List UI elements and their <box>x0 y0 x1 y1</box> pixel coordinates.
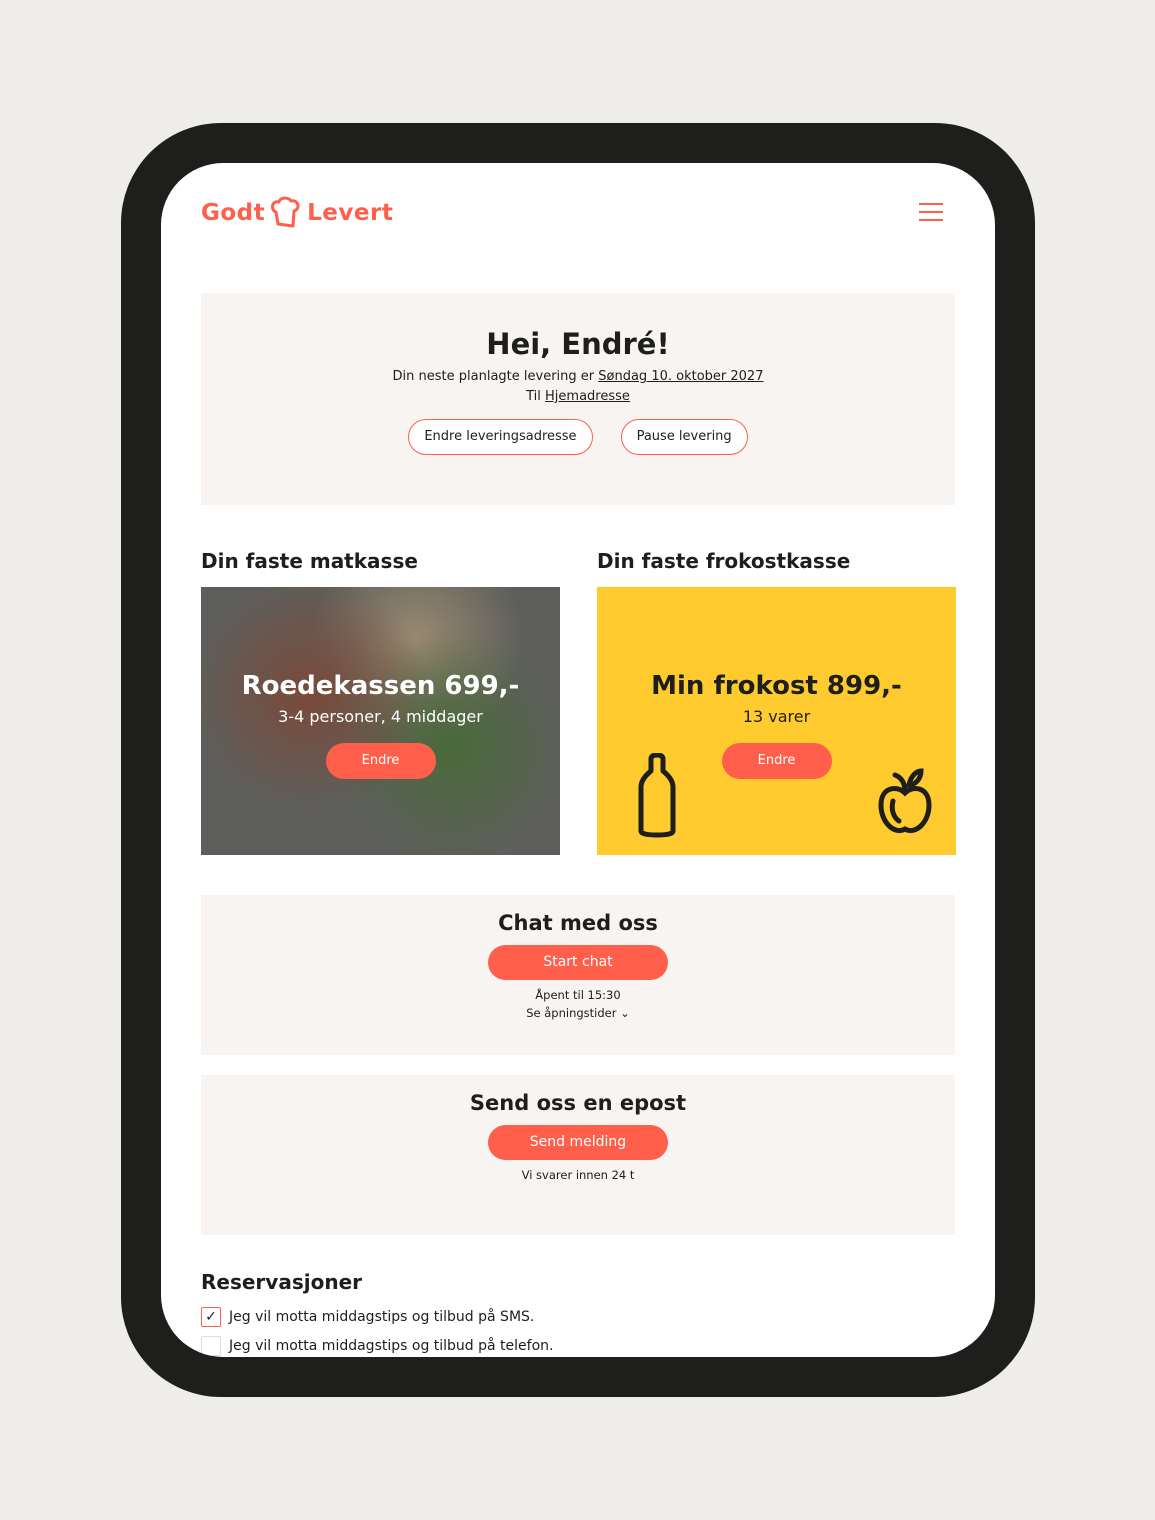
email-panel: Send oss en epost Send melding Vi svarer… <box>201 1075 955 1235</box>
logo[interactable]: Godt Levert <box>201 196 393 230</box>
delivery-info: Din neste planlagte levering er Søndag 1… <box>201 369 955 384</box>
checkbox-unchecked[interactable] <box>201 1336 221 1356</box>
logo-text: Levert <box>307 200 394 226</box>
address-link[interactable]: Hjemadresse <box>545 389 630 404</box>
sms-checkbox-row[interactable]: ✓ Jeg vil motta middagstips og tilbud på … <box>201 1307 534 1327</box>
open-hours: Åpent til 15:30 <box>535 988 621 1002</box>
chevron-down-icon: ⌄ <box>620 1006 630 1020</box>
delivery-date-link[interactable]: Søndag 10. oktober 2027 <box>598 369 763 384</box>
dinner-box-heading: Din faste matkasse <box>201 549 418 573</box>
response-time: Vi svarer innen 24 t <box>521 1168 635 1182</box>
greeting-title: Hei, Endré! <box>486 327 670 361</box>
breakfast-box-subtitle: 13 varer <box>742 707 811 726</box>
checkbox-label: Jeg vil motta middagstips og tilbud på t… <box>229 1338 554 1354</box>
checkbox-checked[interactable]: ✓ <box>201 1307 221 1327</box>
opening-hours-toggle[interactable]: Se åpningstider ⌄ <box>201 1006 955 1020</box>
change-address-button[interactable]: Endre leveringsadresse <box>408 419 593 455</box>
breakfast-box-heading: Din faste frokostkasse <box>597 549 851 573</box>
tablet-frame: Godt Levert Hei, Endré! Din neste planla… <box>121 123 1035 1397</box>
logo-text: Godt <box>201 200 266 226</box>
reservations-title: Reservasjoner <box>201 1270 362 1294</box>
hamburger-icon[interactable] <box>919 203 943 223</box>
to-prefix: Til <box>526 389 541 404</box>
send-message-button[interactable]: Send melding <box>488 1125 668 1160</box>
chat-title: Chat med oss <box>498 911 658 935</box>
chat-panel: Chat med oss Start chat Åpent til 15:30 … <box>201 895 955 1055</box>
start-chat-button[interactable]: Start chat <box>488 945 668 980</box>
dinner-box-title: Roedekassen 699,- <box>241 671 520 701</box>
phone-checkbox-row[interactable]: Jeg vil motta middagstips og tilbud på t… <box>201 1336 553 1356</box>
edit-dinner-box-button[interactable]: Endre <box>325 743 436 779</box>
breakfast-box-card: Min frokost 899,- 13 varer Endre <box>597 587 956 855</box>
delivery-prefix: Din neste planlagte levering er <box>392 369 595 384</box>
pause-delivery-button[interactable]: Pause levering <box>620 419 748 455</box>
bottle-icon <box>638 753 676 838</box>
apple-icon <box>878 768 932 833</box>
dinner-box-card: Roedekassen 699,- 3-4 personer, 4 middag… <box>201 587 560 855</box>
opening-hours-link[interactable]: Se åpningstider <box>526 1006 616 1020</box>
email-title: Send oss en epost <box>469 1091 687 1115</box>
chef-hat-icon <box>271 196 300 228</box>
edit-breakfast-box-button[interactable]: Endre <box>721 743 832 779</box>
dinner-box-subtitle: 3-4 personer, 4 middager <box>278 707 483 726</box>
checkbox-label: Jeg vil motta middagstips og tilbud på S… <box>229 1309 535 1325</box>
screen: Godt Levert Hei, Endré! Din neste planla… <box>161 163 995 1357</box>
breakfast-box-title: Min frokost 899,- <box>651 671 902 701</box>
address-info: Til Hjemadresse <box>201 389 955 404</box>
greeting-panel: Hei, Endré! Din neste planlagte levering… <box>201 293 955 505</box>
